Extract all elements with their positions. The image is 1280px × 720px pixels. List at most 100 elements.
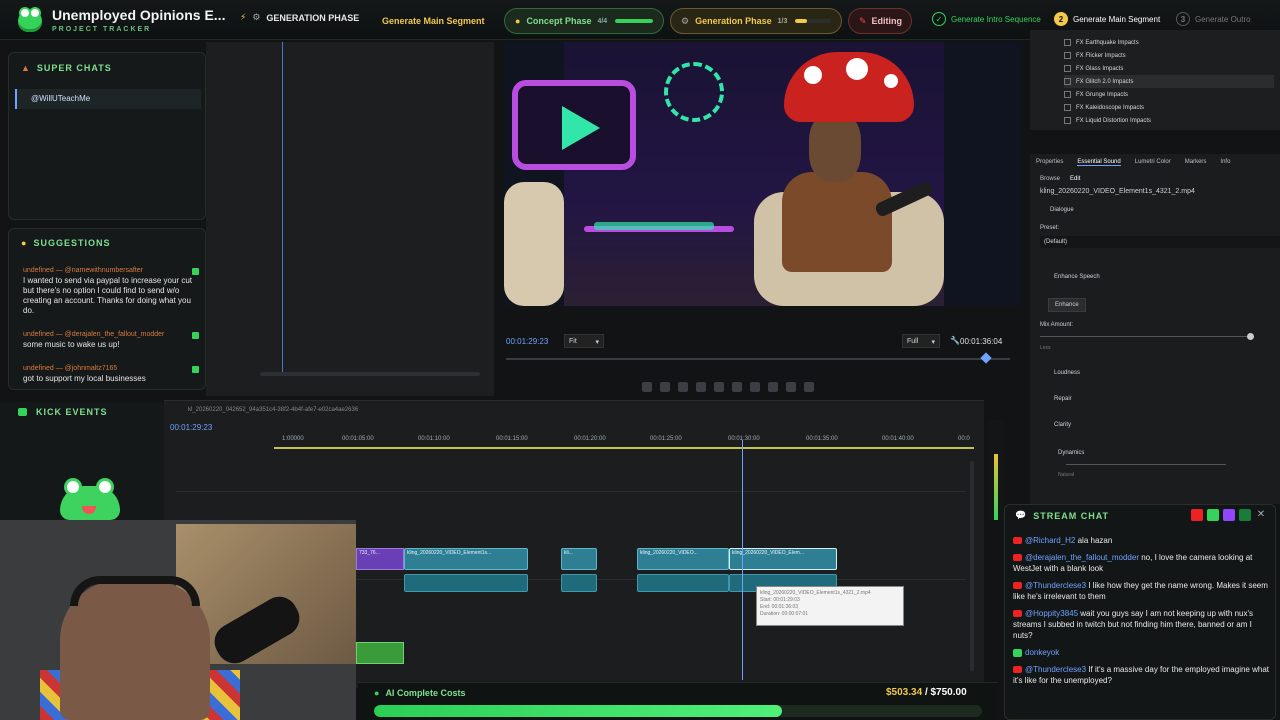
monitor-controls: 00:01:29:23 Fit ▾ Full ▾ 🔧 00:01:36:04: [494, 332, 1022, 392]
ruler-label: 00:0: [958, 436, 970, 442]
camera-icon[interactable]: [804, 382, 814, 392]
mark-in-icon[interactable]: [660, 382, 670, 392]
effect-item[interactable]: FX Liquid Distortion Impacts: [1064, 114, 1274, 127]
chat-text: ala hazan: [1077, 536, 1113, 545]
tab-essential-sound[interactable]: Essential Sound: [1077, 159, 1121, 166]
super-chat-item[interactable]: @WillUTeachMe: [15, 89, 201, 109]
chat-username[interactable]: @Thunderclese3: [1025, 665, 1086, 674]
video-clip[interactable]: 733_76...: [356, 548, 404, 570]
essential-sound-panel: Properties Essential Sound Lumetri Color…: [1030, 154, 1280, 504]
suggestion-item[interactable]: undefined — @johnmaltz7165 got to suppor…: [23, 365, 199, 384]
subtab-browse[interactable]: Browse: [1040, 176, 1060, 182]
loudness-section[interactable]: Loudness: [1054, 370, 1080, 376]
mix-amount-slider[interactable]: [1040, 336, 1254, 337]
phase-generation[interactable]: ⚙ Generation Phase 1/3: [670, 8, 842, 34]
chat-username[interactable]: @Richard_H2: [1025, 536, 1075, 545]
video-clip[interactable]: kling_20260220_VIDEO...: [637, 548, 729, 570]
program-monitor-video[interactable]: [504, 42, 1022, 306]
ai-costs-text: AI Complete Costs: [385, 688, 466, 698]
close-icon[interactable]: ✕: [1255, 509, 1267, 521]
dynamics-toggle[interactable]: Dynamics: [1058, 450, 1084, 456]
chat-message[interactable]: @Richard_H2 ala hazan: [1013, 535, 1271, 546]
timeline-timecode[interactable]: 00:01:29:23: [170, 423, 212, 432]
enhance-speech-header[interactable]: Enhance Speech: [1054, 274, 1100, 280]
dynamics-slider[interactable]: [1066, 464, 1226, 465]
audio-clip[interactable]: [637, 574, 729, 592]
video-clip-selected[interactable]: kling_20260220_VIDEO_Elem...: [729, 548, 837, 570]
mark-out-icon[interactable]: [678, 382, 688, 392]
timecode-current[interactable]: 00:01:29:23: [506, 337, 548, 346]
monitor-scrubber[interactable]: [506, 358, 1010, 360]
source-scrollbar[interactable]: [260, 372, 480, 376]
extract-icon[interactable]: [786, 382, 796, 392]
chat-username[interactable]: @derajalen_the_fallout_modder: [1025, 553, 1139, 562]
ruler-label: 00:01:05:00: [342, 436, 374, 442]
cost-values: $503.34 / $750.00: [886, 687, 967, 698]
subtab-edit[interactable]: Edit: [1070, 176, 1080, 182]
tab-lumetri-color[interactable]: Lumetri Color: [1135, 159, 1171, 166]
lift-icon[interactable]: [768, 382, 778, 392]
edit-icon: ✎: [859, 15, 867, 26]
tab-properties[interactable]: Properties: [1036, 159, 1063, 166]
slider-handle[interactable]: [1247, 333, 1254, 340]
check-icon[interactable]: [192, 268, 199, 275]
generate-main-segment-link[interactable]: Generate Main Segment: [382, 16, 485, 26]
chat-message[interactable]: @Hoppity3845 wait you guys say I am not …: [1013, 608, 1271, 641]
chevron-down-icon: ▾: [931, 339, 935, 346]
timeline-playhead[interactable]: [742, 440, 743, 680]
timeline-scrollbar[interactable]: [970, 461, 974, 671]
full-select[interactable]: Full ▾: [902, 334, 940, 348]
marker-icon[interactable]: [642, 382, 652, 392]
phase-editing[interactable]: ✎ Editing: [848, 8, 912, 34]
suggestion-item[interactable]: undefined — @derajalen_the_fallout_modde…: [23, 331, 199, 350]
effect-item[interactable]: FX Glass Impacts: [1064, 62, 1274, 75]
music-clip[interactable]: [356, 642, 404, 664]
audio-clip[interactable]: [561, 574, 597, 592]
wrench-icon[interactable]: 🔧: [950, 336, 960, 345]
effect-item[interactable]: FX Kaleidoscope Impacts: [1064, 101, 1274, 114]
preset-select[interactable]: (Default): [1040, 236, 1280, 248]
work-area-bar[interactable]: [274, 447, 974, 449]
step-main[interactable]: 2 Generate Main Segment: [1054, 12, 1160, 26]
chat-message[interactable]: @Thunderclese3 I like how they get the n…: [1013, 580, 1271, 602]
suggestion-item[interactable]: undefined — @namewithnumbersafter I want…: [23, 267, 199, 316]
clarity-section[interactable]: Clarity: [1054, 422, 1071, 428]
effect-item[interactable]: FX Glitch 2.0 Impacts: [1064, 75, 1274, 88]
enhance-button[interactable]: Enhance: [1048, 298, 1086, 312]
fit-select[interactable]: Fit ▾: [564, 334, 604, 348]
kick-icon[interactable]: [1207, 509, 1219, 521]
effect-item[interactable]: FX Flicker Impacts: [1064, 49, 1274, 62]
sequence-name[interactable]: kl_20260220_042652_94a351c4-38f2-4b4f-af…: [188, 407, 358, 413]
chat-message[interactable]: @derajalen_the_fallout_modder no, I love…: [1013, 552, 1271, 574]
effect-label: FX Earthquake Impacts: [1076, 39, 1139, 46]
video-clip[interactable]: kling_20260220_VIDEO_Element1s...: [404, 548, 528, 570]
repair-section[interactable]: Repair: [1054, 396, 1072, 402]
step-back-icon[interactable]: [696, 382, 706, 392]
chat-username[interactable]: @Thunderclese3: [1025, 581, 1086, 590]
youtube-icon[interactable]: [1191, 509, 1203, 521]
effect-item[interactable]: FX Earthquake Impacts: [1064, 36, 1274, 49]
phase-concept[interactable]: ● Concept Phase 4/4: [504, 8, 664, 34]
play-icon[interactable]: [732, 382, 742, 392]
panel-title-text: KICK EVENTS: [36, 407, 108, 417]
lock-icon: ▲: [21, 63, 31, 73]
stop-icon[interactable]: [714, 382, 724, 392]
rumble-icon[interactable]: [1239, 509, 1251, 521]
audio-clip[interactable]: [404, 574, 528, 592]
check-icon[interactable]: [192, 332, 199, 339]
chat-message[interactable]: donkeyok: [1013, 647, 1271, 658]
tab-markers[interactable]: Markers: [1185, 159, 1207, 166]
dialogue-type: Dialogue: [1050, 207, 1074, 213]
check-icon[interactable]: [192, 366, 199, 373]
step-forward-icon[interactable]: [750, 382, 760, 392]
video-clip[interactable]: kli...: [561, 548, 597, 570]
step-outro[interactable]: 3 Generate Outro: [1176, 12, 1251, 26]
effect-item[interactable]: FX Grunge Impacts: [1064, 88, 1274, 101]
chat-message[interactable]: @Thunderclese3 If it's a massive day for…: [1013, 664, 1271, 686]
twitch-icon[interactable]: [1223, 509, 1235, 521]
tab-info[interactable]: Info: [1220, 159, 1230, 166]
scrubber-handle[interactable]: [980, 352, 992, 364]
chat-username[interactable]: donkeyok: [1025, 648, 1059, 657]
step-intro[interactable]: ✓ Generate Intro Sequence: [932, 12, 1041, 26]
chat-username[interactable]: @Hoppity3845: [1025, 609, 1078, 618]
